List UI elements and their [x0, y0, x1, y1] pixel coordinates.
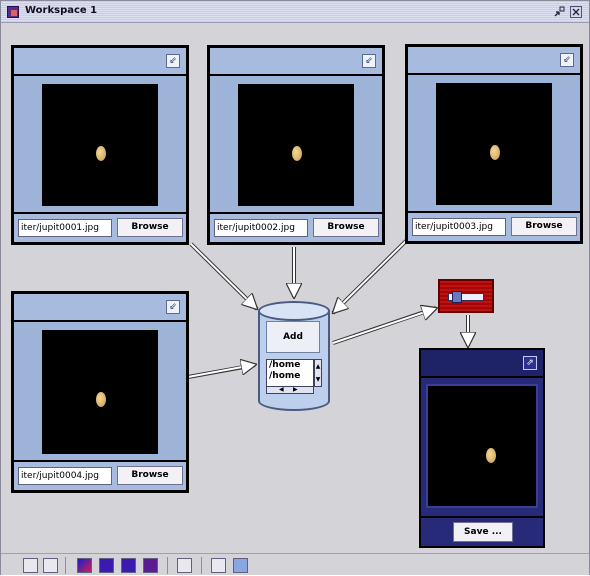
- wire-4: [187, 363, 256, 379]
- draw-tool-icon[interactable]: [177, 558, 192, 573]
- minimize-icon[interactable]: ⇙: [560, 53, 574, 67]
- filter-tool-icon[interactable]: [143, 558, 158, 573]
- image-tool-icon[interactable]: [77, 558, 92, 573]
- panel-footer: iter/jupit0001.jpg Browse: [14, 212, 186, 242]
- toolbar-separator: [167, 557, 168, 574]
- image-panel-2[interactable]: ⇙ iter/jupit0002.jpg Browse: [207, 45, 385, 245]
- horizontal-scrollbar[interactable]: ◀ ▶: [266, 386, 314, 394]
- wire-5-core: [332, 309, 434, 344]
- panel-footer: iter/jupit0003.jpg Browse: [408, 211, 580, 241]
- slider-knob[interactable]: [452, 291, 462, 303]
- minimize-icon[interactable]: [553, 6, 565, 18]
- minimize-icon[interactable]: ⇙: [362, 54, 376, 68]
- wire-1: [189, 242, 259, 311]
- browse-button[interactable]: Browse: [117, 466, 183, 485]
- bottom-toolbar: [1, 553, 589, 575]
- maximize-icon[interactable]: ⇗: [523, 356, 537, 370]
- scroll-left-icon[interactable]: ◀: [279, 387, 284, 393]
- toolbar-separator: [65, 557, 66, 574]
- browse-button[interactable]: Browse: [117, 218, 183, 237]
- grid-tool-icon[interactable]: [211, 558, 226, 573]
- image-preview: [42, 84, 158, 206]
- wire-5: [332, 306, 437, 345]
- browse-button[interactable]: Browse: [511, 217, 577, 236]
- minimize-icon[interactable]: ⇙: [166, 300, 180, 314]
- workspace-icon: [7, 6, 19, 18]
- shield-icon[interactable]: [233, 558, 248, 573]
- vertical-scrollbar[interactable]: ▲ ▼: [314, 359, 322, 387]
- wire-3: [331, 237, 410, 315]
- export-tool-icon[interactable]: [121, 558, 136, 573]
- scroll-right-icon[interactable]: ▶: [293, 387, 298, 393]
- output-preview: [426, 384, 538, 508]
- image-panel-4[interactable]: ⇙ iter/jupit0004.jpg Browse: [11, 291, 189, 493]
- panel-header[interactable]: ⇙: [408, 47, 580, 75]
- workspace-window: Workspace 1 ⇙ iter/jupit0001.jpg Browse …: [0, 0, 590, 575]
- collector-node[interactable]: Add /home /home ▲ ▼ ◀ ▶: [258, 301, 330, 411]
- close-icon[interactable]: [570, 6, 582, 18]
- minimize-icon[interactable]: ⇙: [166, 54, 180, 68]
- path-input[interactable]: iter/jupit0002.jpg: [214, 219, 308, 237]
- planet-blob: [96, 146, 106, 161]
- image-preview: [436, 83, 552, 205]
- image-preview: [42, 330, 158, 454]
- toolbar-separator: [201, 557, 202, 574]
- image-preview: [238, 84, 354, 206]
- panel-footer: iter/jupit0002.jpg Browse: [210, 212, 382, 242]
- titlebar[interactable]: Workspace 1: [1, 1, 589, 23]
- panel-header[interactable]: ⇙: [210, 48, 382, 76]
- panel-header[interactable]: ⇙: [14, 294, 186, 322]
- import-tool-icon[interactable]: [99, 558, 114, 573]
- image-panel-1[interactable]: ⇙ iter/jupit0001.jpg Browse: [11, 45, 189, 245]
- path-input[interactable]: iter/jupit0003.jpg: [412, 218, 506, 236]
- planet-blob: [292, 146, 302, 161]
- browse-button[interactable]: Browse: [313, 218, 379, 237]
- path-input[interactable]: iter/jupit0001.jpg: [18, 219, 112, 237]
- wire-3-core: [335, 238, 409, 311]
- viewer-header[interactable]: ⇗: [421, 350, 543, 378]
- planet-blob: [96, 392, 106, 407]
- panel-footer: iter/jupit0004.jpg Browse: [14, 460, 186, 490]
- new-icon[interactable]: [23, 558, 38, 573]
- add-button[interactable]: Add: [266, 321, 320, 353]
- save-button[interactable]: Save ...: [453, 522, 513, 542]
- converter-node[interactable]: [438, 279, 494, 313]
- open-icon[interactable]: [43, 558, 58, 573]
- wire-1-core: [190, 243, 255, 307]
- path-list[interactable]: /home /home: [266, 359, 314, 387]
- list-item[interactable]: /home: [267, 371, 313, 382]
- wire-4-core: [187, 365, 253, 378]
- db-top: [258, 301, 330, 321]
- viewer-footer: Save ...: [421, 516, 543, 546]
- planet-blob: [490, 145, 500, 160]
- panel-header[interactable]: ⇙: [14, 48, 186, 76]
- path-input[interactable]: iter/jupit0004.jpg: [18, 467, 112, 485]
- image-panel-3[interactable]: ⇙ iter/jupit0003.jpg Browse: [405, 44, 583, 244]
- window-title: Workspace 1: [25, 5, 98, 16]
- output-viewer[interactable]: ⇗ Save ...: [419, 348, 545, 548]
- planet-blob: [486, 448, 496, 463]
- list-item[interactable]: /home: [267, 360, 313, 371]
